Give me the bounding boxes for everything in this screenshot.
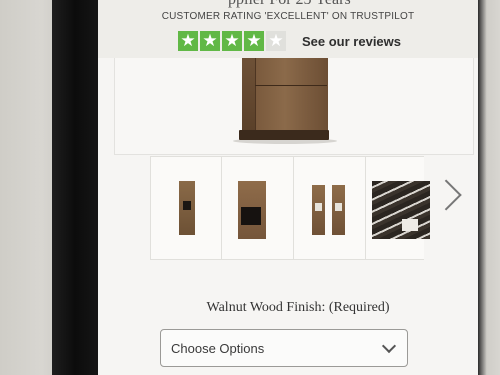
required-tag: (Required) <box>328 300 390 315</box>
phone-bezel <box>52 0 98 375</box>
cabinet-front <box>255 58 328 130</box>
option-label: Walnut Wood Finish: (Required) <box>188 300 408 316</box>
finish-select[interactable]: Choose Options <box>160 329 408 367</box>
select-value: Choose Options <box>171 341 265 356</box>
star-icon: ★ <box>222 31 242 51</box>
thumbnail-drawer-cabinet[interactable] <box>222 156 294 260</box>
thumbnail-interior-shelf[interactable] <box>366 156 430 260</box>
star-icon: ★ <box>200 31 220 51</box>
trustpilot-stars: ★ ★ ★ ★ ★ <box>178 31 286 51</box>
cabinet-plinth <box>239 130 329 140</box>
drawer-seam <box>255 85 327 86</box>
partial-heading: pplier For 25 Years <box>228 0 351 9</box>
thumbnail-cabinet-pair[interactable] <box>294 156 366 260</box>
rating-text: CUSTOMER RATING 'EXCELLENT' ON TRUSTPILO… <box>161 11 415 22</box>
chevron-right-icon[interactable] <box>438 178 460 214</box>
thumbnail-strip <box>150 156 430 260</box>
chevron-down-icon <box>381 338 397 354</box>
star-icon: ★ <box>244 31 264 51</box>
option-name: Walnut Wood Finish: <box>206 300 326 315</box>
see-reviews-link[interactable]: See our reviews <box>302 34 401 49</box>
desk-background-right <box>478 0 500 375</box>
star-empty-icon: ★ <box>266 31 286 51</box>
star-icon: ★ <box>178 31 198 51</box>
thumbnail-tall-cabinet[interactable] <box>150 156 222 260</box>
main-product-image[interactable] <box>114 58 474 155</box>
phone-screen: pplier For 25 Years CUSTOMER RATING 'EXC… <box>98 0 478 375</box>
trustpilot-banner: pplier For 25 Years CUSTOMER RATING 'EXC… <box>98 0 478 58</box>
